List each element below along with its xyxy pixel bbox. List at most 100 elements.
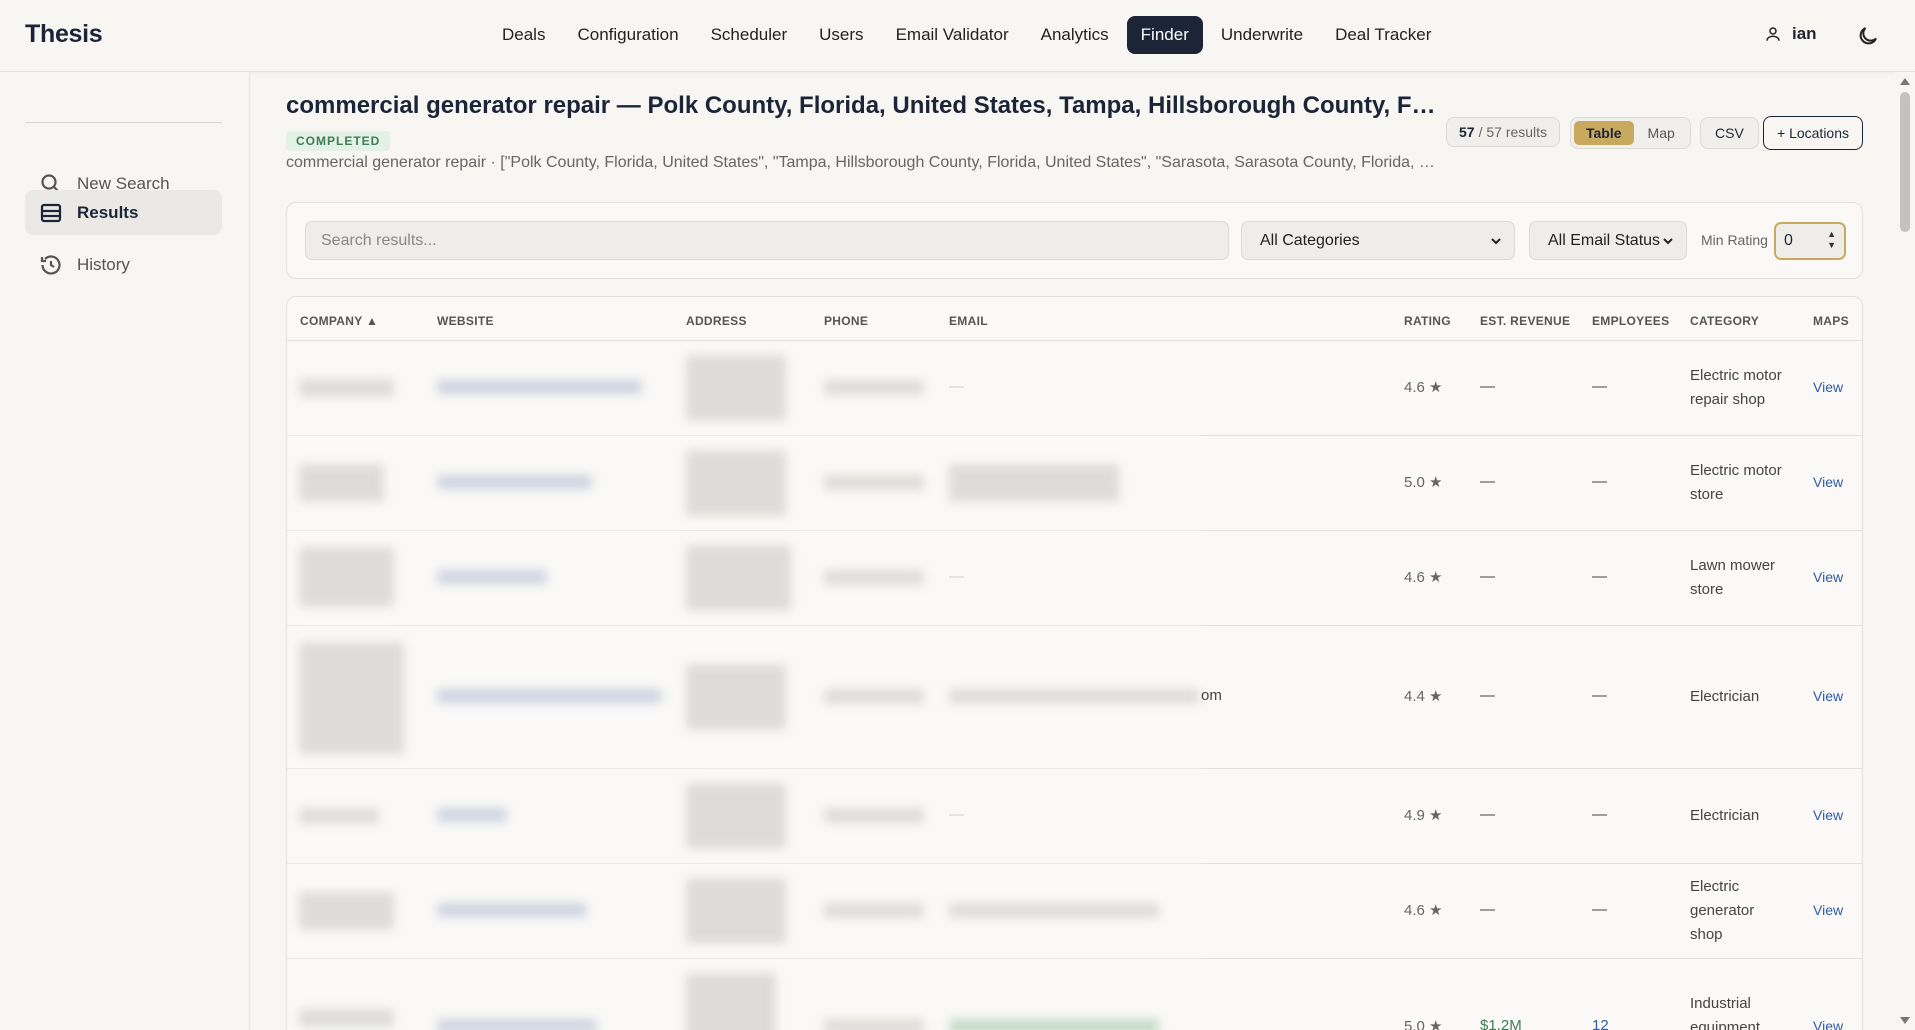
sidebar: New Search Results History: [0, 72, 250, 1030]
search-results-input[interactable]: [305, 221, 1229, 260]
revenue-cell: —: [1480, 901, 1495, 918]
employees-cell: —: [1592, 687, 1607, 704]
table-row[interactable]: om 4.4 ★ — — Electrician View: [287, 626, 1862, 769]
filter-bar: All Categories All Email Status Min Rati…: [286, 202, 1863, 279]
column-rating[interactable]: RATING: [1404, 314, 1451, 328]
maps-view-link[interactable]: View: [1813, 902, 1843, 918]
nav-analytics[interactable]: Analytics: [1027, 16, 1123, 54]
table-row[interactable]: 5.0 ★ $1.2M 12 Industrial equipment supp…: [287, 959, 1862, 1030]
table-row[interactable]: — 4.6 ★ — — Electric motor repair shop V…: [287, 341, 1862, 436]
category-select-value: All Categories: [1260, 231, 1360, 249]
maps-view-link[interactable]: View: [1813, 688, 1843, 704]
sidebar-item-history[interactable]: History: [25, 242, 222, 287]
address-redacted: [686, 355, 786, 421]
website-link-redacted[interactable]: [437, 1019, 597, 1030]
email-cell: om: [1201, 687, 1222, 704]
nav-scheduler[interactable]: Scheduler: [697, 16, 802, 54]
nav-finder[interactable]: Finder: [1126, 16, 1203, 54]
revenue-cell: $1.2M: [1480, 1017, 1522, 1030]
email-cell: —: [949, 806, 964, 823]
scrollbar-thumb[interactable]: [1900, 92, 1910, 232]
email-cell: —: [949, 568, 964, 585]
column-website[interactable]: WEBSITE: [437, 314, 494, 328]
company-name-redacted: [299, 642, 404, 754]
category-cell: Electric generator shop: [1690, 878, 1755, 943]
main-nav: Deals Configuration Scheduler Users Emai…: [488, 16, 1445, 54]
maps-view-link[interactable]: View: [1813, 569, 1843, 585]
view-map-button[interactable]: Map: [1636, 121, 1687, 145]
phone-redacted: [824, 903, 924, 918]
address-redacted: [686, 545, 791, 611]
phone-redacted: [824, 570, 924, 585]
rating-cell: 4.6 ★: [1404, 379, 1443, 396]
nav-configuration[interactable]: Configuration: [563, 16, 692, 54]
sidebar-item-results[interactable]: Results: [25, 190, 222, 235]
email-redacted: [949, 689, 1199, 704]
moon-icon[interactable]: [1856, 24, 1880, 48]
maps-view-link[interactable]: View: [1813, 807, 1843, 823]
website-link-redacted[interactable]: [437, 808, 507, 822]
chevron-down-icon: [1491, 237, 1501, 244]
user-menu[interactable]: ian: [1764, 24, 1817, 44]
revenue-cell: —: [1480, 378, 1495, 395]
nav-deals[interactable]: Deals: [488, 16, 559, 54]
table-row[interactable]: 5.0 ★ — — Electric motor store View: [287, 436, 1862, 531]
column-company[interactable]: COMPANY ▲: [300, 314, 378, 328]
table-row[interactable]: — 4.9 ★ — — Electrician View: [287, 769, 1862, 864]
column-address[interactable]: ADDRESS: [686, 314, 747, 328]
sidebar-divider: [25, 122, 222, 123]
website-link-redacted[interactable]: [437, 689, 662, 703]
nav-email-validator[interactable]: Email Validator: [882, 16, 1023, 54]
email-status-select-value: All Email Status: [1548, 231, 1661, 249]
website-link-redacted[interactable]: [437, 903, 587, 917]
employees-cell: —: [1592, 806, 1607, 823]
column-maps[interactable]: MAPS: [1813, 314, 1849, 328]
nav-users[interactable]: Users: [805, 16, 877, 54]
results-count-value: 57: [1459, 124, 1475, 140]
search-query-summary: commercial generator repair · ["Polk Cou…: [286, 154, 1436, 171]
email-status-select[interactable]: All Email Status: [1529, 221, 1687, 260]
app-logo[interactable]: Thesis: [25, 20, 103, 49]
revenue-cell: —: [1480, 473, 1495, 490]
column-employees[interactable]: EMPLOYEES: [1592, 314, 1669, 328]
employees-cell: 12: [1592, 1017, 1609, 1030]
category-select[interactable]: All Categories: [1241, 221, 1515, 260]
min-rating-stepper[interactable]: ▲ ▼: [1827, 230, 1836, 250]
column-category[interactable]: CATEGORY: [1690, 314, 1759, 328]
email-redacted: [949, 464, 1119, 502]
website-link-redacted[interactable]: [437, 570, 547, 584]
table-row[interactable]: 4.6 ★ — — Electric generator shop View: [287, 864, 1862, 959]
min-rating-input[interactable]: 0 ▲ ▼: [1774, 222, 1846, 260]
add-locations-button[interactable]: + Locations: [1763, 116, 1863, 150]
column-phone[interactable]: PHONE: [824, 314, 868, 328]
category-cell: Electrician: [1690, 688, 1760, 705]
stepper-up-icon[interactable]: ▲: [1827, 230, 1836, 239]
maps-view-link[interactable]: View: [1813, 474, 1843, 490]
user-icon: [1766, 27, 1780, 41]
stepper-down-icon[interactable]: ▼: [1827, 241, 1836, 250]
website-link-redacted[interactable]: [437, 380, 642, 394]
scroll-up-icon[interactable]: [1900, 78, 1910, 85]
revenue-cell: —: [1480, 806, 1495, 823]
maps-view-link[interactable]: View: [1813, 1018, 1843, 1030]
company-name-redacted: [299, 1009, 394, 1027]
maps-view-link[interactable]: View: [1813, 379, 1843, 395]
scroll-down-icon[interactable]: [1900, 1017, 1910, 1024]
nav-deal-tracker[interactable]: Deal Tracker: [1321, 16, 1445, 54]
address-redacted: [686, 878, 786, 944]
page-scrollbar[interactable]: [1895, 72, 1915, 1030]
company-name-redacted: [299, 464, 384, 502]
category-cell: Electric motor store: [1690, 462, 1782, 503]
csv-export-button[interactable]: CSV: [1700, 117, 1759, 149]
results-count: 57 / 57 results: [1446, 117, 1561, 147]
page-title: commercial generator repair — Polk Count…: [286, 92, 1436, 119]
table-row[interactable]: — 4.6 ★ — — Lawn mower store View: [287, 531, 1862, 626]
status-badge: COMPLETED: [286, 131, 391, 151]
column-email[interactable]: EMAIL: [949, 314, 988, 328]
website-link-redacted[interactable]: [437, 475, 592, 489]
view-table-button[interactable]: Table: [1574, 121, 1634, 145]
nav-underwrite[interactable]: Underwrite: [1207, 16, 1317, 54]
column-est-revenue[interactable]: EST. REVENUE: [1480, 314, 1570, 328]
category-cell: Lawn mower store: [1690, 557, 1776, 598]
company-name-redacted: [299, 808, 379, 824]
